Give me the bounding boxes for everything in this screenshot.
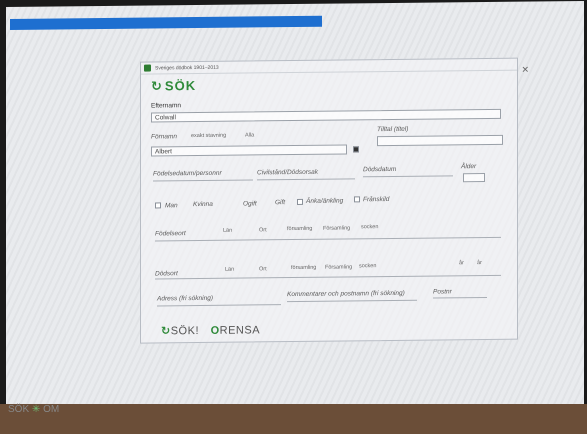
fornamn-option-alla[interactable]: Alla xyxy=(245,132,254,138)
clear-icon: O xyxy=(210,324,220,337)
man-label: Man xyxy=(165,202,178,210)
search-window: Sveriges dödbok 1901–2013 ✕ ↻ SÖK Efterna… xyxy=(140,57,529,344)
bottom-icon: ✳ xyxy=(31,404,44,415)
bottom-om-link[interactable]: OM xyxy=(43,404,59,415)
fodelseort-label: Födelseort xyxy=(155,230,186,238)
sok-logo-icon: ↻ xyxy=(151,78,163,94)
sok-logo-text: SÖK xyxy=(164,78,197,94)
alder-field[interactable] xyxy=(463,173,485,183)
kvinna-label[interactable]: Kvinna xyxy=(193,201,213,208)
adress-label: Adress (fri sökning) xyxy=(157,294,213,303)
fornamn-field[interactable]: Albert xyxy=(151,144,347,157)
sok-logo: ↻ SÖK xyxy=(151,78,196,94)
monitor-screen: Sveriges dödbok 1901–2013 ✕ ↻ SÖK Efterna… xyxy=(6,0,584,412)
franskild-label: Frånskild xyxy=(363,196,390,204)
checkbox-anka[interactable] xyxy=(297,198,303,205)
desk-surface xyxy=(0,404,587,434)
dodsdatum-label: Dödsdatum xyxy=(363,165,397,174)
civilstand-field[interactable] xyxy=(257,178,355,181)
checkbox-man[interactable] xyxy=(155,202,161,209)
checkbox-franskild[interactable] xyxy=(354,196,360,203)
fodelseort-option-ort[interactable]: Ort xyxy=(259,227,267,233)
sok-button-label: SÖK! xyxy=(170,325,200,338)
refresh-icon: ↻ xyxy=(161,325,171,338)
dodsort-field[interactable] xyxy=(155,274,501,280)
sok-button[interactable]: ↻SÖK! xyxy=(161,324,199,337)
window-title: Sveriges dödbok 1901–2013 xyxy=(155,64,219,72)
tilltal-label: Tilltal (titel) xyxy=(377,125,409,134)
civilstand-label: Civilstånd/Dödsorsak xyxy=(257,168,319,177)
dodsort-option-socken[interactable]: socken xyxy=(359,263,376,269)
alder-label: Ålder xyxy=(461,163,477,171)
dodsort-option-ort[interactable]: Ort xyxy=(259,266,267,272)
top-progress-bar xyxy=(10,15,322,30)
dodsort-label: Dödsort xyxy=(155,270,178,278)
postnr-field[interactable] xyxy=(433,296,487,299)
kommentarer-field[interactable] xyxy=(287,299,417,303)
fodelseort-field[interactable] xyxy=(155,236,501,242)
fornamn-option-exakt[interactable]: exakt stavning xyxy=(191,133,226,139)
anka-label: Änka/änkling xyxy=(306,197,344,205)
efternamn-label: Efternamn xyxy=(151,102,181,110)
close-icon[interactable]: ✕ xyxy=(521,65,529,76)
tilltal-field[interactable] xyxy=(377,134,503,147)
bottom-nav: SÖK ✳ OM xyxy=(8,404,59,415)
rensa-button-label: RENSA xyxy=(219,324,261,337)
fornamn-label: Förnamn xyxy=(151,133,178,141)
window-titlebar: Sveriges dödbok 1901–2013 xyxy=(141,58,517,75)
kommentarer-label: Kommentarer och postnamn (fri sökning) xyxy=(287,289,405,299)
fodelseort-option-lan[interactable]: Län xyxy=(223,228,232,234)
gift-label[interactable]: Gift xyxy=(275,199,285,206)
efternamn-field[interactable]: Colwall xyxy=(151,108,501,123)
rensa-button[interactable]: ORENSA xyxy=(211,324,260,337)
app-icon xyxy=(144,64,151,72)
dodsort-option-lan[interactable]: Län xyxy=(225,267,234,273)
dodsdatum-field[interactable] xyxy=(363,175,453,178)
postnr-label: Postnr xyxy=(433,288,452,296)
bottom-sok-link[interactable]: SÖK xyxy=(8,404,29,415)
fodelsedatum-field[interactable] xyxy=(153,179,253,182)
fodelseort-option-forsamling[interactable]: församling xyxy=(287,226,312,232)
fodelsedatum-label: Födelsedatum/personnr xyxy=(153,169,222,178)
adress-field[interactable] xyxy=(157,304,281,307)
dodsort-option-forsamling2[interactable]: Församling xyxy=(325,264,352,270)
fodelseort-option-forsamling2[interactable]: Församling xyxy=(323,225,350,231)
ogift-label[interactable]: Ogift xyxy=(243,200,257,207)
fornamn-checkbox[interactable] xyxy=(353,146,359,153)
button-row: ↻SÖK! ORENSA xyxy=(161,323,268,337)
fodelseort-option-socken[interactable]: socken xyxy=(361,224,378,230)
dodsort-right-2[interactable]: år xyxy=(477,260,482,266)
dodsort-option-forsamling[interactable]: församling xyxy=(291,265,316,271)
dodsort-right-1[interactable]: år xyxy=(459,260,464,266)
